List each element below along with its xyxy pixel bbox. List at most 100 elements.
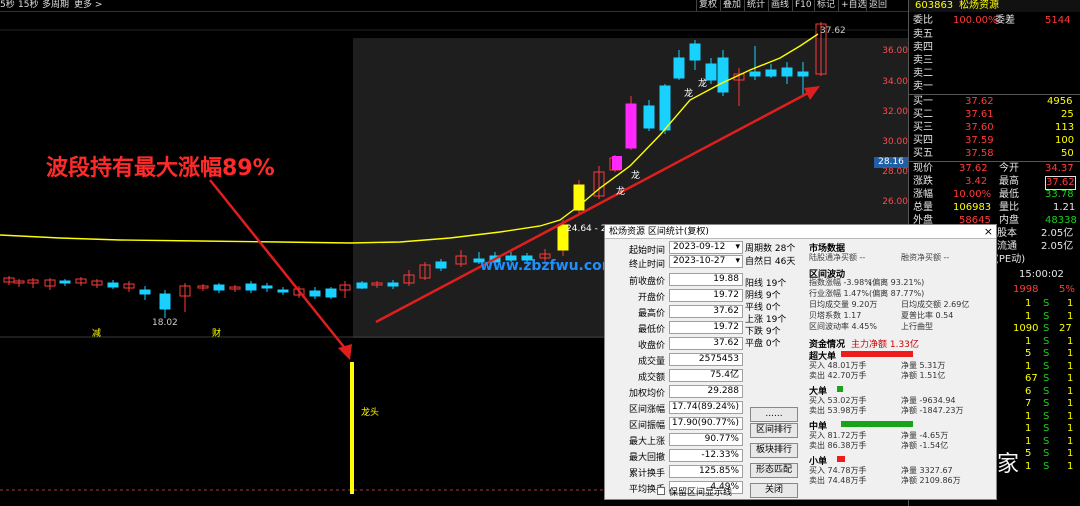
- stat-value: 90.77%: [669, 433, 743, 446]
- period-5s[interactable]: 5秒: [0, 0, 15, 11]
- buy-price: 37.59: [965, 135, 994, 146]
- tick-volume: 1: [1025, 410, 1032, 422]
- overlay-button[interactable]: 叠加: [720, 0, 743, 11]
- back-button[interactable]: 返回: [866, 0, 889, 11]
- buy-label: 买二: [913, 109, 933, 120]
- buy-label: 买一: [913, 96, 933, 107]
- stat-row: 涨跌 3.42 最高 37.62: [909, 176, 1080, 190]
- buy-price: 37.61: [965, 109, 994, 120]
- mark-button[interactable]: 标记: [814, 0, 837, 11]
- buy-volume: 50: [1061, 148, 1074, 159]
- tick-side: S: [1043, 385, 1050, 397]
- buy-row[interactable]: 买五 37.58 50: [909, 148, 1080, 160]
- buy-volume: 100: [1055, 135, 1075, 146]
- arrow-line: [209, 179, 349, 353]
- tick-count: 1: [1067, 348, 1074, 359]
- low-price-label: 18.02: [152, 318, 178, 328]
- statistics-button[interactable]: 统计: [744, 0, 767, 11]
- chevron-down-icon[interactable]: ▾: [735, 256, 740, 267]
- quote-time: 15:00:02: [1019, 269, 1064, 280]
- period-more[interactable]: 更多 >: [74, 0, 102, 11]
- start-time-label: 起始时间: [628, 246, 665, 256]
- pattern-match-button[interactable]: 形态匹配: [750, 463, 798, 478]
- long-mark: 龙: [631, 171, 641, 181]
- stat-value: 33.78: [1045, 189, 1074, 200]
- candle-body: [213, 284, 225, 291]
- buy-row[interactable]: 买四 37.59 100: [909, 135, 1080, 147]
- keep-line-checkbox[interactable]: [657, 487, 665, 495]
- wave-left: 贝塔系数 1.17: [809, 311, 862, 320]
- tick-count: 1: [1067, 435, 1074, 447]
- stat-label: 收盘价: [637, 341, 665, 351]
- tick-volume: 1: [1025, 423, 1032, 434]
- stat-value: 37.62: [669, 337, 743, 350]
- stat-label: 最高: [999, 176, 1019, 187]
- order-net-amount: 净额 -1847.23万: [901, 406, 964, 415]
- long-mark: 龙: [616, 187, 626, 197]
- stat-value: 37.62: [669, 305, 743, 318]
- stat-value: 19.72: [669, 321, 743, 334]
- tick-side: S: [1043, 448, 1050, 459]
- extra-label: 流通: [997, 241, 1017, 252]
- candle-body: [277, 289, 289, 293]
- price-tick: 28.00: [882, 167, 908, 177]
- buy-label: 买三: [913, 122, 933, 133]
- stat-value: 37.62: [1045, 176, 1076, 190]
- buy-volume: 113: [1055, 122, 1075, 133]
- weicha-value: 5144: [1045, 15, 1071, 26]
- order-sell: 卖出 74.48万手: [809, 476, 867, 485]
- wave-left: 区间波动率 4.45%: [809, 322, 877, 331]
- tick-count: 1: [1067, 410, 1074, 422]
- stat-label: 量比: [999, 202, 1019, 213]
- tick-volume: 1: [1025, 335, 1032, 347]
- draw-line-button[interactable]: 画线: [768, 0, 791, 11]
- extra-label: 股本: [997, 228, 1017, 239]
- weibi-label: 委比: [913, 15, 933, 26]
- keep-line-label: 保留区间显示线: [669, 488, 733, 498]
- period-multi[interactable]: 多周期: [42, 0, 69, 11]
- order-bar: [841, 351, 914, 357]
- stat-label: 成交量: [637, 357, 665, 367]
- long-mark: 龙: [684, 89, 694, 99]
- stat-label: 区间振幅: [628, 421, 665, 431]
- tick-volume: 5: [1025, 348, 1032, 359]
- candle-body: [309, 290, 321, 297]
- order-bar: [837, 386, 844, 392]
- interval-rank-button[interactable]: 区间排行: [750, 423, 798, 438]
- tick-count: 1: [1067, 448, 1074, 459]
- chevron-down-icon[interactable]: ▾: [735, 242, 740, 253]
- f10-button[interactable]: F10: [792, 0, 814, 11]
- stat-label: 今开: [999, 163, 1019, 174]
- buy-row[interactable]: 买三 37.60 113: [909, 122, 1080, 134]
- candle-body: [435, 261, 447, 269]
- flat-count: 平盘 0个: [745, 339, 781, 349]
- buy-row[interactable]: 买二 37.61 25: [909, 109, 1080, 121]
- stat-row: 现价 37.62 今开 34.37: [909, 163, 1080, 175]
- extra-label: (PE动): [995, 254, 1026, 265]
- add-favorite-button[interactable]: +自选: [838, 0, 869, 11]
- start-time-input[interactable]: 2023-09-12 ▾: [669, 241, 743, 254]
- stat-value: 19.72: [669, 289, 743, 302]
- sector-rank-button[interactable]: 板块排行: [750, 443, 798, 458]
- candle-body: [107, 282, 119, 288]
- period-15s[interactable]: 15秒: [18, 0, 38, 11]
- stat-label: 内盘: [999, 215, 1019, 226]
- tick-side: S: [1043, 335, 1050, 347]
- close-button[interactable]: 关闭: [750, 483, 798, 498]
- tick-volume: 1: [1025, 310, 1032, 322]
- more-button[interactable]: ......: [750, 407, 798, 422]
- tick-side: S: [1043, 460, 1050, 472]
- tick-side: S: [1043, 360, 1050, 372]
- period-count: 周期数 28个: [745, 244, 796, 254]
- divider: [909, 94, 1080, 95]
- close-icon[interactable]: ×: [984, 225, 993, 239]
- end-time-input[interactable]: 2023-10-27 ▾: [669, 255, 743, 268]
- candle-body: [245, 283, 257, 291]
- restore-rights-button[interactable]: 复权: [696, 0, 719, 11]
- main-net-amount: 主力净额 1.33亿: [851, 340, 919, 350]
- buy-row[interactable]: 买一 37.62 4956: [909, 96, 1080, 108]
- tick-count: 1: [1067, 298, 1074, 309]
- tick-side: S: [1043, 310, 1050, 322]
- tick-volume: 7: [1025, 398, 1032, 409]
- sell-label: 卖三: [913, 55, 933, 66]
